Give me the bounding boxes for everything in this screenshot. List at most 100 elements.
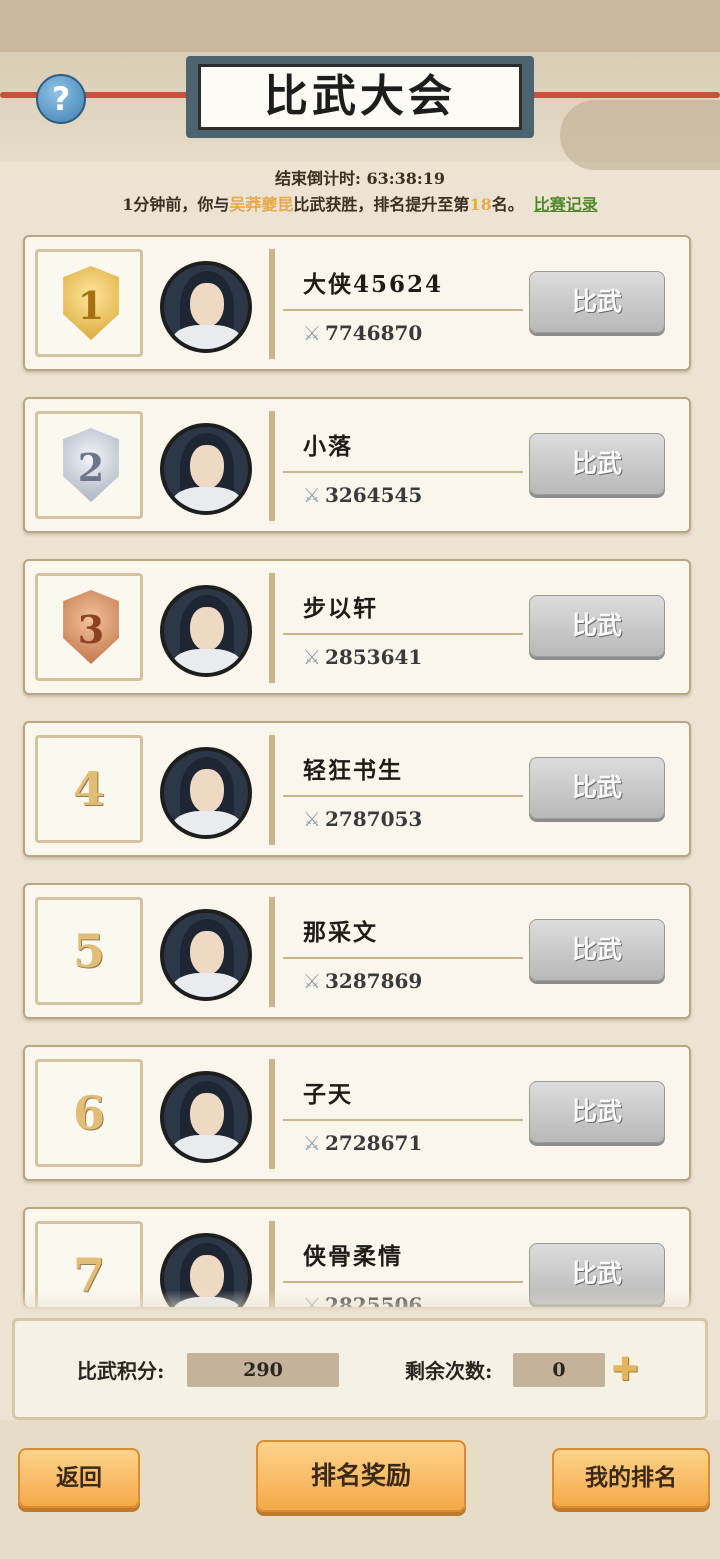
player-name: 那采文	[303, 919, 378, 946]
avatar[interactable]	[160, 585, 252, 677]
challenge-button[interactable]: 比武	[529, 271, 665, 333]
card-divider	[269, 573, 275, 683]
avatar[interactable]	[160, 261, 252, 353]
ranking-card: 3 步以轩 ⚔ 2853641 比武	[23, 559, 691, 695]
battle-notice: 1分钟前，你与吴莽夔昆比武获胜，排名提升至第18名。 比赛记录	[0, 191, 720, 215]
crossed-swords-icon: ⚔	[303, 483, 321, 507]
card-divider	[269, 249, 275, 359]
list-fade	[0, 1290, 720, 1320]
medal-rank-number: 3	[77, 607, 105, 652]
avatar-face	[190, 769, 224, 813]
avatar-robe	[172, 973, 242, 997]
countdown-value: 63:38:19	[366, 169, 446, 188]
notice-suffix: 名。	[491, 195, 524, 214]
power-value: ⚔ 3264545	[303, 483, 422, 507]
avatar-face	[190, 283, 224, 327]
name-underline	[283, 471, 523, 473]
name-underline	[283, 1119, 523, 1121]
score-value: 290	[187, 1353, 339, 1387]
remaining-label: 剩余次数:	[405, 1359, 493, 1383]
rank-box: 3	[35, 573, 143, 681]
avatar[interactable]	[160, 747, 252, 839]
challenge-button[interactable]: 比武	[529, 433, 665, 495]
avatar-face	[190, 931, 224, 975]
notice-rank: 18	[469, 195, 492, 214]
challenge-button[interactable]: 比武	[529, 1081, 665, 1143]
help-button[interactable]: ?	[36, 74, 86, 124]
crossed-swords-icon: ⚔	[303, 1131, 321, 1155]
power-number: 2728671	[324, 1131, 423, 1155]
avatar-face	[190, 607, 224, 651]
power-value: ⚔ 2787053	[303, 807, 422, 831]
player-name: 步以轩	[303, 595, 378, 622]
countdown-label: 结束倒计时:	[274, 169, 361, 188]
avatar[interactable]	[160, 909, 252, 1001]
avatar-face	[190, 1093, 224, 1137]
rank-medal-icon: 1	[63, 266, 119, 340]
medal-rank-number: 1	[77, 283, 105, 328]
challenge-button[interactable]: 比武	[529, 595, 665, 657]
player-name: 小落	[303, 433, 353, 460]
my-rank-button[interactable]: 我的排名	[552, 1448, 710, 1508]
rank-medal-icon: 2	[63, 428, 119, 502]
ranking-card: 6 子天 ⚔ 2728671 比武	[23, 1045, 691, 1181]
crossed-swords-icon: ⚔	[303, 969, 321, 993]
name-underline	[283, 1281, 523, 1283]
cloud-decoration	[560, 100, 720, 170]
power-value: ⚔ 7746870	[303, 321, 422, 345]
rank-box: 2	[35, 411, 143, 519]
card-divider	[269, 897, 275, 1007]
rank-box: 6	[35, 1059, 143, 1167]
notice-opponent: 吴莽夔昆	[229, 195, 294, 214]
ranking-card: 1 大侠45624 ⚔ 7746870 比武	[23, 235, 691, 371]
rank-box: 5	[35, 897, 143, 1005]
ranking-card: 4 轻狂书生 ⚔ 2787053 比武	[23, 721, 691, 857]
remaining-value: 0	[513, 1353, 605, 1387]
score-label: 比武积分:	[77, 1359, 165, 1383]
power-number: 3264545	[324, 483, 423, 507]
top-band	[0, 0, 720, 52]
avatar-robe	[172, 325, 242, 349]
add-attempts-icon[interactable]: ✚	[611, 1353, 639, 1385]
player-name: 子天	[303, 1081, 353, 1108]
power-value: ⚔ 2728671	[303, 1131, 422, 1155]
rank-number: 6	[72, 1086, 105, 1140]
match-record-link[interactable]: 比赛记录	[534, 195, 598, 214]
stats-panel: 比武积分: 290 剩余次数: 0 ✚	[12, 1318, 708, 1420]
name-underline	[283, 309, 523, 311]
player-name: 大侠45624	[303, 271, 444, 298]
crossed-swords-icon: ⚔	[303, 807, 321, 831]
ranking-card: 2 小落 ⚔ 3264545 比武	[23, 397, 691, 533]
question-icon: ?	[51, 80, 71, 118]
avatar[interactable]	[160, 423, 252, 515]
avatar[interactable]	[160, 1071, 252, 1163]
power-number: 2787053	[324, 807, 423, 831]
power-number: 7746870	[324, 321, 423, 345]
power-value: ⚔ 2853641	[303, 645, 422, 669]
back-button[interactable]: 返回	[18, 1448, 140, 1508]
crossed-swords-icon: ⚔	[303, 321, 321, 345]
card-divider	[269, 735, 275, 845]
name-underline	[283, 795, 523, 797]
notice-prefix: 1分钟前，你与	[122, 195, 230, 214]
rank-reward-button[interactable]: 排名奖励	[256, 1440, 466, 1512]
avatar-robe	[172, 649, 242, 673]
challenge-button[interactable]: 比武	[529, 919, 665, 981]
player-name: 轻狂书生	[303, 757, 403, 784]
power-value: ⚔ 3287869	[303, 969, 422, 993]
card-divider	[269, 1059, 275, 1169]
notice-mid: 比武获胜，排名提升至第	[293, 195, 470, 214]
avatar-robe	[172, 811, 242, 835]
rank-number: 4	[72, 762, 105, 816]
medal-rank-number: 2	[77, 445, 105, 490]
rank-medal-icon: 3	[63, 590, 119, 664]
avatar-robe	[172, 1135, 242, 1159]
power-number: 2853641	[324, 645, 423, 669]
rope-right	[530, 92, 720, 98]
avatar-robe	[172, 487, 242, 511]
rank-box: 4	[35, 735, 143, 843]
avatar-face	[190, 445, 224, 489]
challenge-button[interactable]: 比武	[529, 757, 665, 819]
rank-box: 1	[35, 249, 143, 357]
page-title: 比武大会	[198, 64, 522, 130]
